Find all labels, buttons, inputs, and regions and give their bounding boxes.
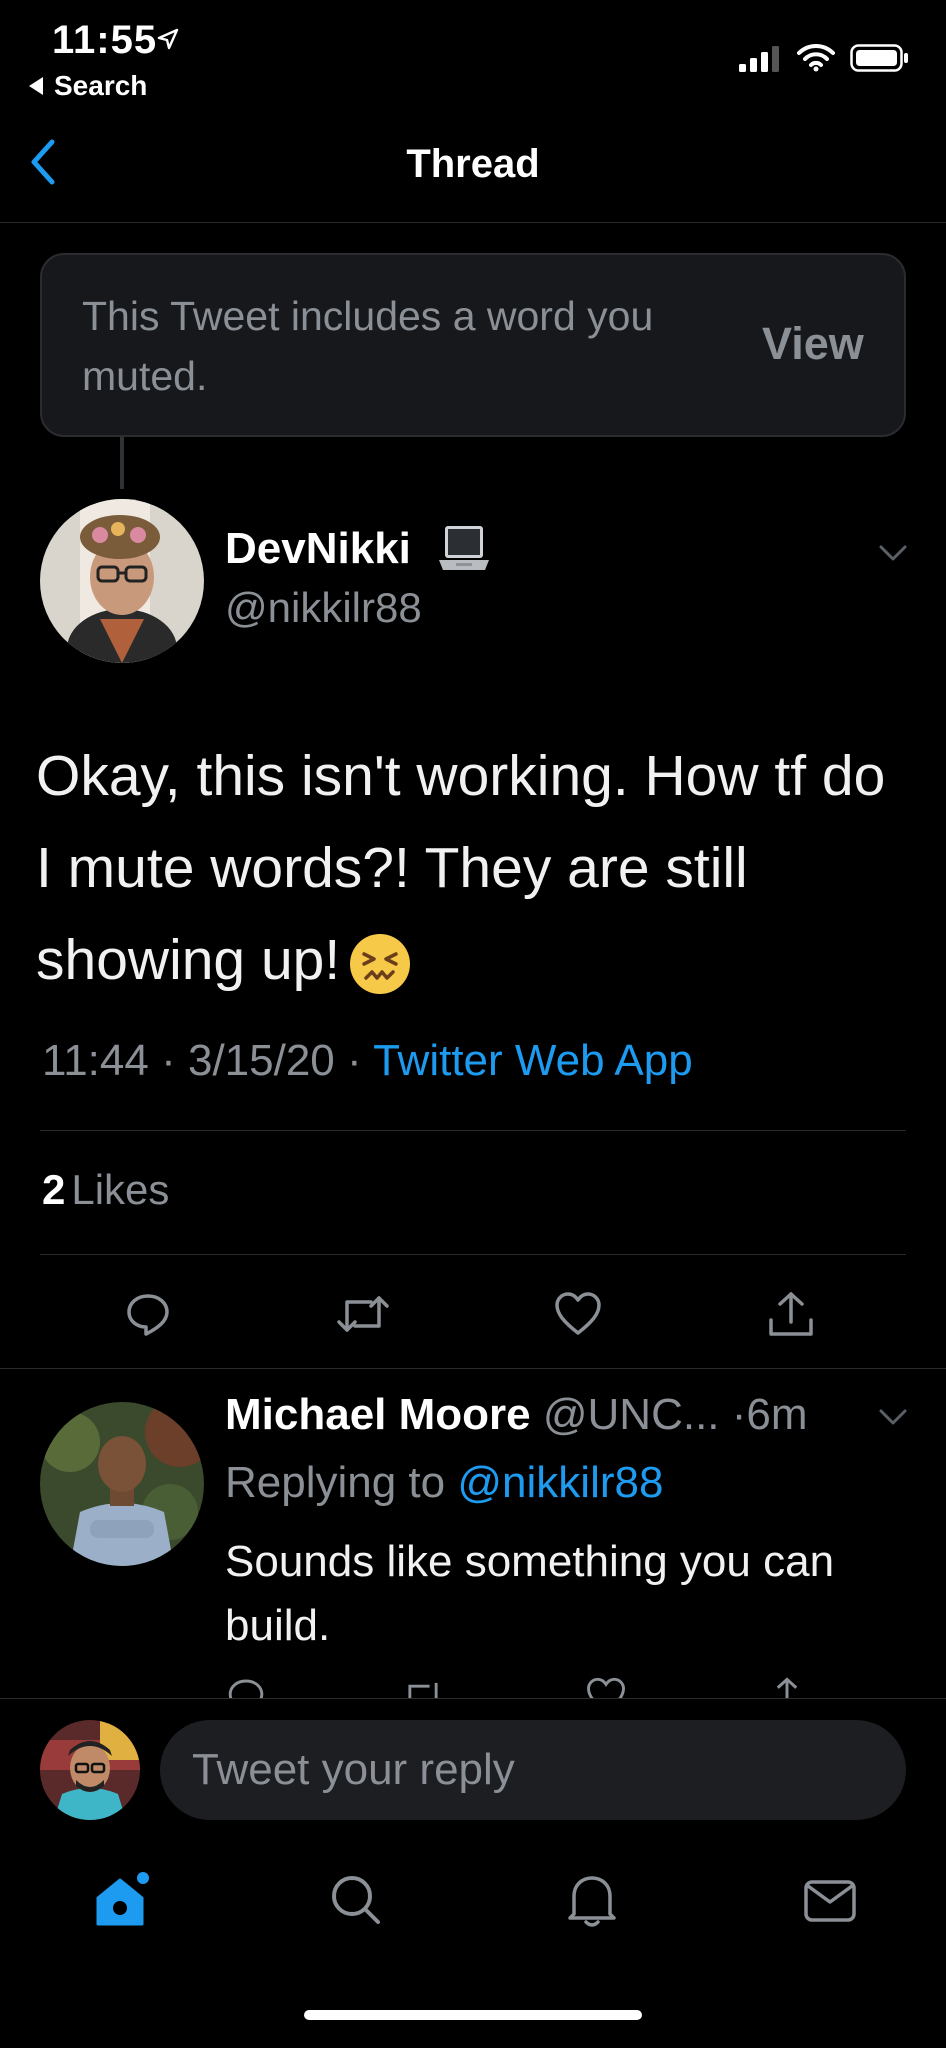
- location-arrow-icon: [156, 27, 180, 51]
- like-button[interactable]: [553, 1290, 603, 1338]
- reply-menu-button[interactable]: [878, 1408, 908, 1426]
- replying-to-label: Replying to: [225, 1458, 446, 1507]
- composer-divider: [0, 1698, 946, 1699]
- reply-author-name[interactable]: Michael Moore: [225, 1390, 531, 1439]
- notifications-icon: [568, 1876, 616, 1927]
- author-avatar[interactable]: [40, 499, 204, 663]
- wifi-icon: [797, 42, 835, 72]
- tweet-source-link[interactable]: Twitter Web App: [373, 1036, 693, 1085]
- tab-notifications[interactable]: [564, 1870, 620, 1930]
- likes-number: 2: [42, 1166, 66, 1213]
- muted-notice-text: This Tweet includes a word you muted.: [82, 293, 654, 399]
- share-button[interactable]: [766, 1290, 816, 1340]
- back-app-label: Search: [54, 70, 148, 101]
- reply-text: Sounds like something you can build.: [225, 1537, 835, 1650]
- home-icon: [96, 1872, 149, 1926]
- reply-icon: [127, 1294, 169, 1336]
- battery-icon: [850, 44, 910, 72]
- signal-icon: [739, 46, 783, 72]
- current-user-avatar[interactable]: [40, 1720, 140, 1820]
- author-handle[interactable]: @nikkilr88: [225, 584, 422, 632]
- like-icon: [555, 1292, 601, 1335]
- likes-divider: [40, 1254, 906, 1255]
- back-to-app[interactable]: Search: [28, 70, 147, 102]
- reply-author-handle[interactable]: @UNC...: [543, 1390, 720, 1439]
- likes-label: Likes: [71, 1166, 170, 1213]
- reply-button[interactable]: [124, 1290, 172, 1338]
- back-triangle-icon: [29, 77, 43, 95]
- nav-divider: [0, 222, 946, 223]
- view-muted-button[interactable]: View: [762, 318, 864, 370]
- likes-count[interactable]: 2 Likes: [42, 1166, 169, 1214]
- replying-to: Replying to @nikkilr88: [225, 1458, 663, 1508]
- actions-divider: [0, 1368, 946, 1369]
- retweet-icon: [337, 1296, 389, 1332]
- thread-connector: [120, 437, 124, 489]
- search-icon: [332, 1876, 380, 1924]
- tweet-time: 11:44: [42, 1036, 149, 1085]
- tweet-meta: 11:44 · 3/15/20 · Twitter Web App: [42, 1036, 693, 1085]
- laptop-icon: [436, 522, 492, 576]
- tab-search[interactable]: [326, 1870, 386, 1930]
- status-time: 11:55: [52, 18, 158, 62]
- replying-to-handle[interactable]: @nikkilr88: [457, 1458, 663, 1507]
- tab-home[interactable]: [92, 1870, 152, 1930]
- reply-input[interactable]: [160, 1720, 906, 1820]
- tweet-date: 3/15/20: [187, 1036, 335, 1085]
- reply-header: Michael Moore @UNC... ·6m: [225, 1390, 808, 1439]
- reply-author-avatar[interactable]: [40, 1402, 204, 1566]
- tweet-menu-button[interactable]: [878, 544, 908, 562]
- home-indicator[interactable]: [304, 2010, 642, 2020]
- messages-icon: [804, 1880, 856, 1922]
- tab-messages[interactable]: [800, 1870, 860, 1930]
- confounded-face-emoji-icon: [350, 933, 411, 994]
- chevron-down-icon: [879, 545, 907, 561]
- tweet-body: Okay, this isn't working. How tf do I mu…: [36, 744, 886, 992]
- page-title: Thread: [406, 142, 540, 186]
- tweet-text: Okay, this isn't working. How tf do I mu…: [36, 730, 916, 1006]
- meta-divider: [40, 1130, 906, 1131]
- author-name[interactable]: DevNikki: [225, 524, 411, 574]
- retweet-button[interactable]: [335, 1290, 391, 1338]
- reply-time: 6m: [746, 1390, 808, 1439]
- chevron-down-icon: [879, 1409, 907, 1425]
- share-icon: [769, 1292, 813, 1336]
